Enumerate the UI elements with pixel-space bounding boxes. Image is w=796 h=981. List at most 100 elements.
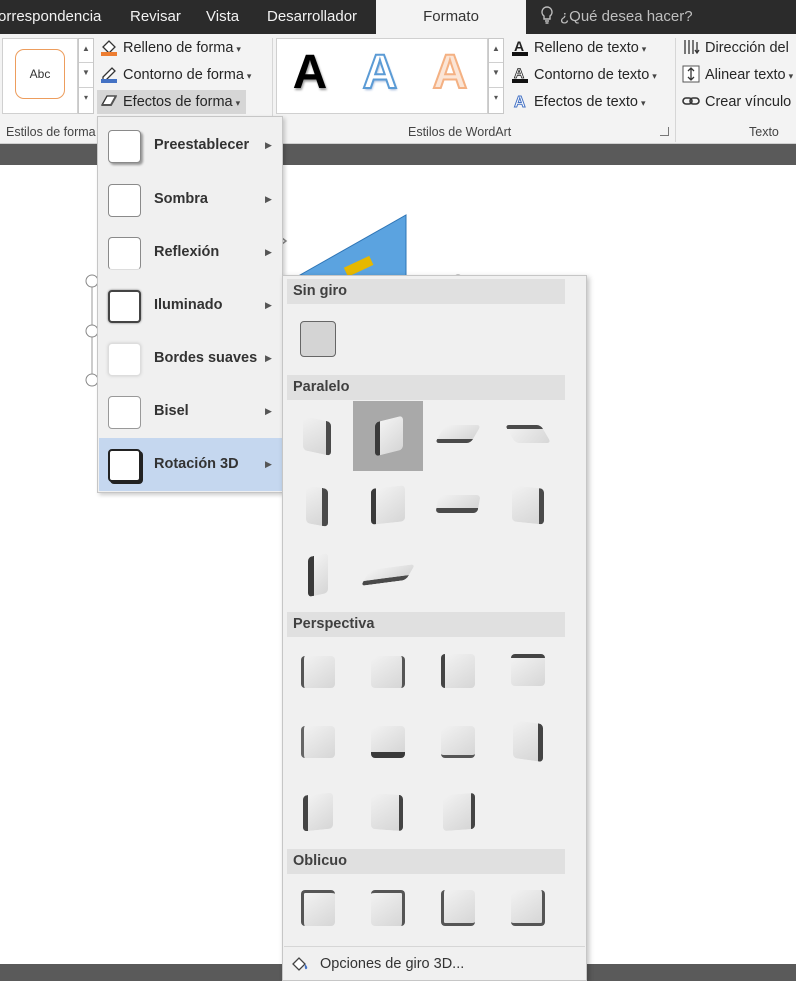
scroll-up-icon[interactable]: ▲ xyxy=(489,39,503,64)
text-outline-icon: A xyxy=(512,65,528,83)
rotation-option[interactable] xyxy=(283,874,353,944)
text-direction-icon xyxy=(684,40,700,55)
chevron-down-icon: ▾ xyxy=(235,98,241,108)
link-icon xyxy=(682,97,700,105)
shape-fill-button[interactable]: Relleno de forma ▾ xyxy=(100,36,241,60)
tab-formato[interactable]: Formato xyxy=(376,0,526,34)
rotation-option[interactable] xyxy=(283,541,353,611)
rotation-option[interactable] xyxy=(493,401,563,471)
menu-item-reflexion[interactable]: Reflexión ▶ xyxy=(99,226,282,279)
ribbon-tab-bar: orrespondencia Revisar Vista Desarrollad… xyxy=(0,0,796,34)
rotation-option[interactable] xyxy=(493,874,563,944)
menu-item-label: Rotación 3D xyxy=(154,456,239,472)
chevron-down-icon: ▾ xyxy=(640,98,646,108)
wordart-style-orange[interactable]: A xyxy=(420,43,480,103)
rotation-option[interactable] xyxy=(283,708,353,778)
chevron-right-icon: ▶ xyxy=(265,300,272,310)
menu-item-label: Reflexión xyxy=(154,244,220,260)
menu-item-preestablecer[interactable]: Preestablecer ▶ xyxy=(99,119,282,172)
rotation-3d-submenu: Sin giro Paralelo Perspectiva Oblicuo Op… xyxy=(282,275,587,981)
shape-outline-button[interactable]: Contorno de forma ▾ xyxy=(100,63,251,87)
glow-thumb-icon xyxy=(108,290,141,323)
shape-effects-label: Efectos de forma xyxy=(123,94,233,110)
lightbulb-icon xyxy=(541,6,553,24)
align-text-button[interactable]: Alinear texto ▾ xyxy=(682,63,793,87)
wordart-gallery-scroll[interactable]: ▲ ▼ ▾ xyxy=(488,38,504,114)
text-direction-button[interactable]: Dirección del xyxy=(682,36,789,60)
group-text-label: Texto xyxy=(749,125,779,139)
shape-effects-button[interactable]: Efectos de forma ▾ xyxy=(97,90,247,114)
dialog-launcher-icon[interactable] xyxy=(660,127,669,136)
rotation-option[interactable] xyxy=(423,401,493,471)
scroll-down-icon[interactable]: ▼ xyxy=(79,63,93,88)
rotation-option[interactable] xyxy=(353,708,423,778)
tab-correspondencia[interactable]: orrespondencia xyxy=(0,0,118,34)
shadow-thumb-icon xyxy=(108,184,141,217)
chevron-right-icon: ▶ xyxy=(265,140,272,150)
chevron-right-icon: ▶ xyxy=(265,247,272,257)
rotation-option[interactable] xyxy=(287,309,357,379)
wordart-style-black[interactable]: A xyxy=(280,43,340,103)
gallery-more-icon[interactable]: ▾ xyxy=(79,88,93,112)
rotation-option[interactable] xyxy=(353,638,423,708)
menu-item-bordes-suaves[interactable]: Bordes suaves ▶ xyxy=(99,332,282,385)
rotation-option[interactable] xyxy=(353,778,423,848)
text-effects-button[interactable]: A Efectos de texto ▾ xyxy=(511,90,646,114)
svg-text:A: A xyxy=(514,94,526,110)
menu-item-label: Sombra xyxy=(154,191,208,207)
rotation-3d-options-label: Opciones de giro 3D... xyxy=(320,956,465,972)
pencil-outline-icon xyxy=(101,67,117,83)
paint-bucket-icon xyxy=(101,40,117,56)
scroll-up-icon[interactable]: ▲ xyxy=(79,39,93,64)
rotation-option[interactable] xyxy=(423,874,493,944)
rotation-option[interactable] xyxy=(353,541,423,611)
menu-item-sombra[interactable]: Sombra ▶ xyxy=(99,173,282,226)
rotation-3d-options-button[interactable]: Opciones de giro 3D... xyxy=(284,946,585,980)
menu-item-rotacion-3d[interactable]: Rotación 3D ▶ xyxy=(99,438,282,491)
shape-effects-icon xyxy=(100,95,118,106)
shape-outline-label: Contorno de forma xyxy=(123,67,244,83)
tell-me-search[interactable]: ¿Qué desea hacer? xyxy=(540,0,693,34)
tab-vista[interactable]: Vista xyxy=(206,0,251,34)
rotation-option[interactable] xyxy=(493,708,563,778)
rotation-option[interactable] xyxy=(283,401,353,471)
text-fill-label: Relleno de texto xyxy=(534,40,639,56)
rotation-option[interactable] xyxy=(353,471,423,541)
rotation-option[interactable] xyxy=(283,638,353,708)
gallery-more-icon[interactable]: ▾ xyxy=(489,88,503,112)
text-outline-button[interactable]: A Contorno de texto ▾ xyxy=(511,63,657,87)
section-perspectiva: Perspectiva xyxy=(287,612,565,637)
menu-item-bisel[interactable]: Bisel ▶ xyxy=(99,385,282,438)
chevron-down-icon: ▾ xyxy=(236,44,241,54)
rotation-option[interactable] xyxy=(353,874,423,944)
text-outline-label: Contorno de texto xyxy=(534,67,650,83)
rotation-option[interactable] xyxy=(283,471,353,541)
rotation-option-highlighted[interactable] xyxy=(353,401,423,471)
section-paralelo: Paralelo xyxy=(287,375,565,400)
tab-desarrollador[interactable]: Desarrollador xyxy=(267,0,367,34)
chevron-right-icon: ▶ xyxy=(265,194,272,204)
chevron-right-icon: ▶ xyxy=(265,406,272,416)
shape-effects-menu: Preestablecer ▶ Sombra ▶ Reflexión ▶ Ilu… xyxy=(97,116,283,493)
svg-text:A: A xyxy=(514,65,524,81)
chevron-down-icon: ▾ xyxy=(652,71,657,81)
rotation-option[interactable] xyxy=(283,778,353,848)
text-fill-button[interactable]: A Relleno de texto ▾ xyxy=(511,36,646,60)
rotation-option[interactable] xyxy=(423,708,493,778)
rotation-option[interactable] xyxy=(493,638,563,708)
rotation-option[interactable] xyxy=(493,471,563,541)
rotation-option[interactable] xyxy=(423,471,493,541)
menu-item-iluminado[interactable]: Iluminado ▶ xyxy=(99,279,282,332)
tab-revisar[interactable]: Revisar xyxy=(130,0,190,34)
wordart-style-blue[interactable]: A xyxy=(350,43,410,103)
submenu-scrollbar[interactable] xyxy=(566,276,586,980)
rotation-option[interactable] xyxy=(423,778,493,848)
create-link-button[interactable]: Crear vínculo xyxy=(682,90,791,114)
preset-thumb-icon xyxy=(108,130,141,163)
shape-style-sample[interactable]: Abc xyxy=(15,49,65,99)
menu-item-label: Preestablecer xyxy=(154,137,250,153)
shape-style-gallery-scroll[interactable]: ▲ ▼ ▾ xyxy=(78,38,94,114)
create-link-label: Crear vínculo xyxy=(705,94,792,110)
rotation-option[interactable] xyxy=(423,638,493,708)
scroll-down-icon[interactable]: ▼ xyxy=(489,63,503,88)
